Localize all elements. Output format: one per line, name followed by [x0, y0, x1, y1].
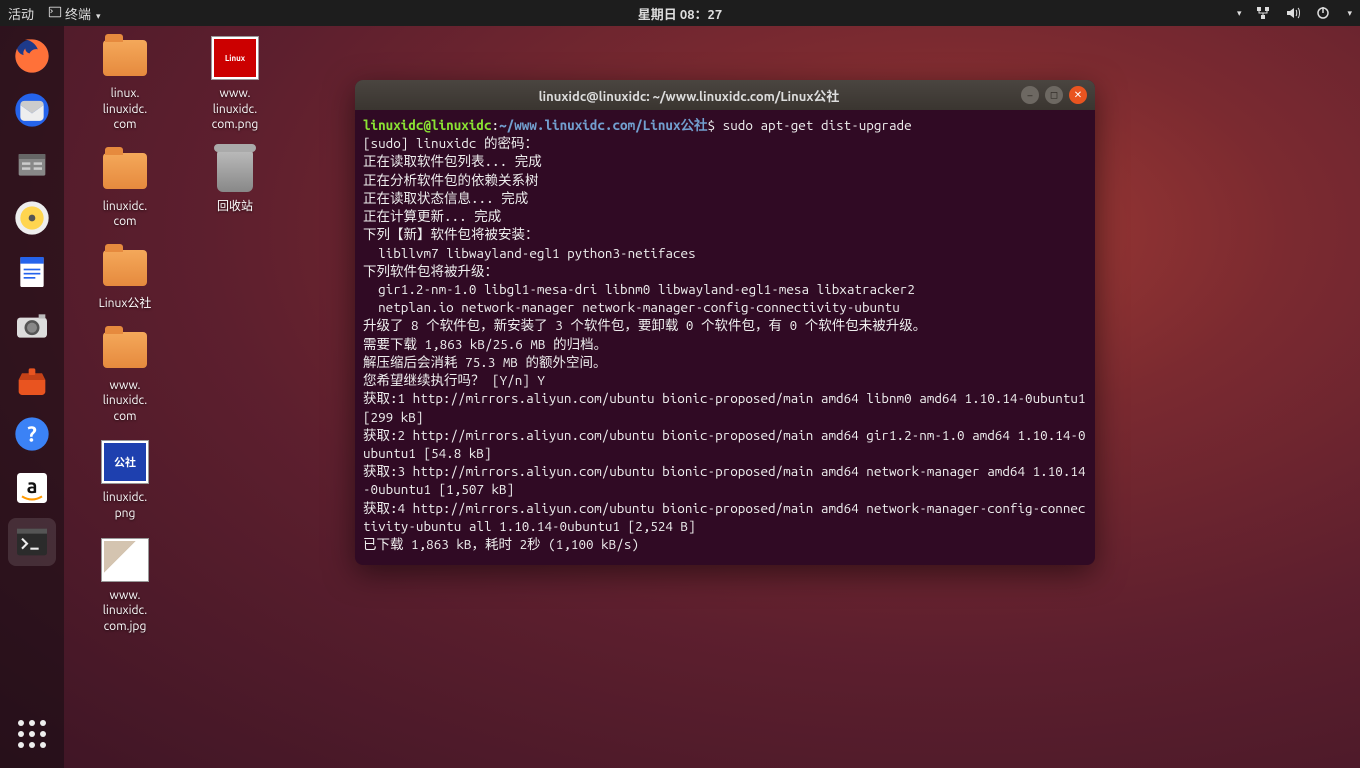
dock-camera[interactable]: [8, 302, 56, 350]
dock-amazon[interactable]: a: [8, 464, 56, 512]
firefox-icon: [12, 36, 52, 76]
dock-files[interactable]: [8, 140, 56, 188]
desktop-icon-label: linuxidc.png: [103, 490, 147, 521]
files-icon: [12, 144, 52, 184]
network-icon[interactable]: [1255, 5, 1271, 21]
desktop-icon-label: linuxidc.com: [103, 199, 147, 230]
desktop-icon[interactable]: linux.linuxidc.com: [80, 34, 170, 133]
image-thumbnail-icon: Linux: [211, 36, 259, 80]
terminal-window: linuxidc@linuxidc: ~/www.linuxidc.com/Li…: [355, 80, 1095, 565]
dock-help[interactable]: ?: [8, 410, 56, 458]
system-menu-chevron-icon[interactable]: ▾: [1347, 8, 1352, 19]
dock-software[interactable]: [8, 356, 56, 404]
dock: ? a: [0, 26, 64, 768]
window-close-button[interactable]: ✕: [1069, 86, 1087, 104]
folder-icon: [103, 40, 147, 76]
volume-icon[interactable]: [1285, 5, 1301, 21]
terminal-small-icon: [48, 5, 62, 19]
dock-thunderbird[interactable]: [8, 86, 56, 134]
window-minimize-button[interactable]: –: [1021, 86, 1039, 104]
amazon-icon: a: [12, 468, 52, 508]
desktop-icon[interactable]: Linux www.linuxidc.com.png: [190, 34, 280, 133]
folder-icon: [103, 332, 147, 368]
desktop-icon-label: www.linuxidc.com.jpg: [103, 588, 147, 635]
power-icon[interactable]: [1315, 5, 1331, 21]
top-bar: 活动 终端 ▾ 星期日 08：27 ▾ ▾: [0, 0, 1360, 26]
activities-button[interactable]: 活动: [8, 4, 34, 23]
folder-icon: [103, 250, 147, 286]
app-menu-label: 终端: [65, 8, 91, 22]
terminal-titlebar[interactable]: linuxidc@linuxidc: ~/www.linuxidc.com/Li…: [355, 80, 1095, 110]
dock-terminal[interactable]: [8, 518, 56, 566]
desktop-icon[interactable]: Linux公社: [80, 244, 170, 312]
software-icon: [12, 360, 52, 400]
thunderbird-icon: [12, 90, 52, 130]
desktop-icon[interactable]: 公社 linuxidc.png: [80, 438, 170, 521]
desktop-icon[interactable]: linuxidc.com: [80, 147, 170, 230]
desktop-icon[interactable]: www.linuxidc.com.jpg: [80, 536, 170, 635]
desktop-icon-label: www.linuxidc.com.png: [212, 86, 259, 133]
terminal-icon: [12, 522, 52, 562]
image-thumbnail-icon: [101, 538, 149, 582]
rhythmbox-icon: [12, 198, 52, 238]
camera-icon: [12, 306, 52, 346]
clock[interactable]: 星期日 08：27: [638, 4, 722, 23]
desktop-icon-label: www.linuxidc.com: [103, 378, 147, 425]
svg-text:?: ?: [27, 423, 37, 447]
dock-rhythmbox[interactable]: [8, 194, 56, 242]
svg-text:a: a: [27, 474, 38, 497]
app-menu[interactable]: 终端 ▾: [48, 4, 101, 23]
desktop: linux.linuxidc.comlinuxidc.comLinux公社www…: [80, 34, 280, 634]
dock-firefox[interactable]: [8, 32, 56, 80]
desktop-icon[interactable]: www.linuxidc.com: [80, 326, 170, 425]
writer-icon: [12, 252, 52, 292]
window-title: linuxidc@linuxidc: ~/www.linuxidc.com/Li…: [363, 86, 1015, 105]
trash-icon: [217, 150, 253, 192]
apps-button[interactable]: [8, 710, 56, 758]
chevron-down-icon: ▾: [96, 11, 101, 21]
folder-icon: [103, 153, 147, 189]
dock-writer[interactable]: [8, 248, 56, 296]
desktop-icon-label: Linux公社: [99, 296, 152, 312]
input-source-indicator[interactable]: ▾: [1237, 8, 1242, 19]
desktop-icon-label: linux.linuxidc.com: [103, 86, 147, 133]
terminal-body[interactable]: linuxidc@linuxidc:~/www.linuxidc.com/Lin…: [355, 110, 1095, 565]
help-icon: ?: [12, 414, 52, 454]
desktop-icon[interactable]: 回收站: [190, 147, 280, 215]
image-thumbnail-icon: 公社: [101, 440, 149, 484]
window-maximize-button[interactable]: ◻: [1045, 86, 1063, 104]
desktop-icon-label: 回收站: [217, 199, 253, 215]
